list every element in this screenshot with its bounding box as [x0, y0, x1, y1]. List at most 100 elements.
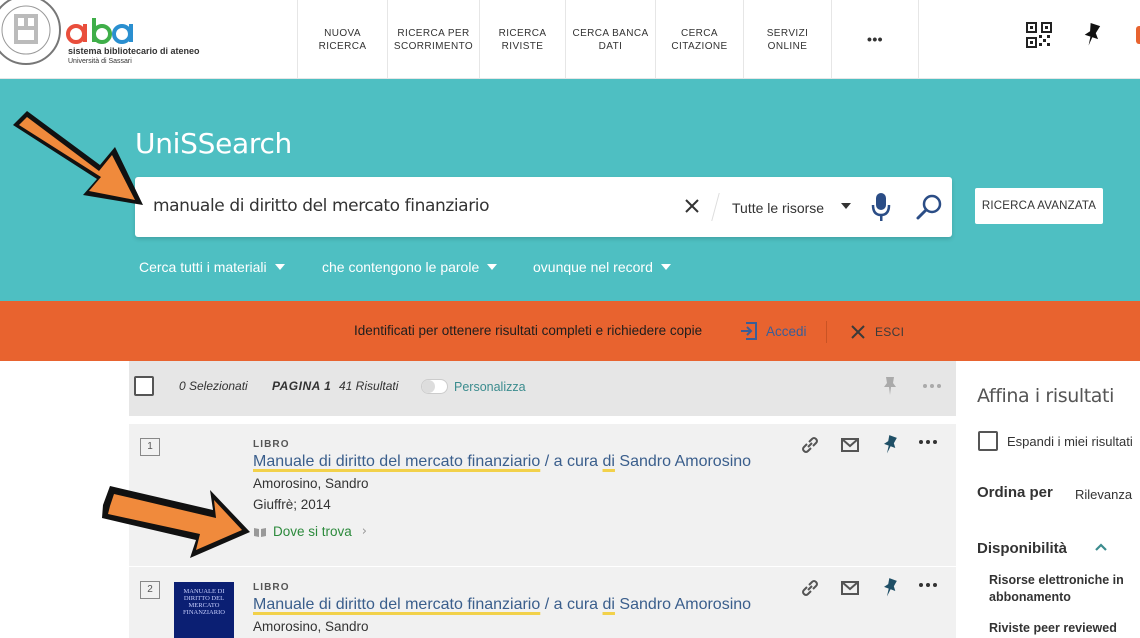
nav-nuova-ricerca[interactable]: NUOVA RICERCA	[297, 0, 387, 79]
chevron-down-icon	[274, 264, 285, 270]
result-item[interactable]: 2 MANUALE DI DIRITTO DEL MERCATO FINANZI…	[129, 567, 956, 638]
selected-count: 0 Selezionati	[179, 379, 248, 393]
title-highlight: di	[602, 596, 615, 613]
logo-subtitle: Università di Sassari	[68, 58, 132, 65]
aba-logo-mark	[66, 18, 133, 44]
nav-cerca-citazione[interactable]: CERCA CITAZIONE	[655, 0, 743, 79]
title-main: Manuale di diritto del mercato finanziar…	[253, 596, 541, 613]
result-item[interactable]: 1 LIBRO Manuale di diritto del mercato f…	[129, 424, 956, 566]
words-filter-dropdown[interactable]: che contengono le parole	[322, 259, 498, 275]
university-seal-logo	[0, 0, 61, 65]
book-cover-thumbnail[interactable]: MANUALE DI DIRITTO DEL MERCATO FINANZIAR…	[174, 582, 234, 638]
toggle-knob	[422, 380, 435, 393]
chevron-down-icon	[487, 264, 498, 270]
signin-button[interactable]: Accedi	[740, 318, 807, 344]
scope-select[interactable]: Tutte le risorse	[732, 200, 824, 216]
chevron-up-icon[interactable]	[1093, 539, 1109, 555]
qr-code-icon[interactable]	[1026, 22, 1052, 48]
result-publisher: Giuffrè; 2014	[253, 497, 331, 512]
expand-results-label[interactable]: Espandi i miei risultati	[1007, 434, 1133, 449]
result-title-link[interactable]: Manuale di diritto del mercato finanziar…	[253, 596, 751, 614]
top-bar: sistema bibliotecario di ateneo Universi…	[0, 0, 1140, 79]
page-indicator: PAGINA 1	[272, 379, 332, 393]
facet-item[interactable]: Risorse elettroniche in abbonamento	[989, 572, 1139, 606]
email-icon[interactable]	[839, 577, 861, 599]
cover-title: MANUALE DI DIRITTO DEL MERCATO FINANZIAR…	[183, 588, 225, 616]
chevron-down-icon[interactable]	[841, 203, 851, 209]
nav-servizi-online[interactable]: SERVIZI ONLINE	[743, 0, 831, 79]
chevron-down-icon	[660, 264, 671, 270]
email-icon[interactable]	[839, 434, 861, 456]
pin-icon[interactable]	[882, 376, 898, 396]
title-editor: Sandro Amorosino	[614, 596, 752, 613]
login-message: Identificati per ottenere risultati comp…	[354, 323, 703, 338]
refine-title: Affina i risultati	[977, 385, 1114, 407]
result-type: LIBRO	[253, 582, 290, 593]
result-type: LIBRO	[253, 439, 290, 450]
nav-label: CERCA CITAZIONE	[671, 27, 728, 52]
title-highlight: di	[602, 453, 615, 470]
title-sep: / a cura	[540, 453, 603, 470]
link-icon[interactable]	[799, 577, 821, 599]
nav-label: SERVIZI ONLINE	[766, 27, 809, 52]
chevron-right-icon: ›	[361, 524, 367, 539]
material-filter-dropdown[interactable]: Cerca tutti i materiali	[139, 259, 285, 275]
result-author: Amorosino, Sandro	[253, 619, 369, 634]
sort-select[interactable]: Rilevanza	[1075, 487, 1132, 502]
nav-cerca-banca-dati[interactable]: CERCA BANCA DATI	[565, 0, 655, 79]
results-toolbar: 0 Selezionati PAGINA 1 41 Risultati Pers…	[129, 361, 956, 416]
availability-facet-title[interactable]: Disponibilità	[977, 540, 1067, 557]
expand-results-checkbox[interactable]	[978, 431, 998, 451]
close-icon	[851, 325, 865, 339]
clear-icon[interactable]	[682, 196, 702, 216]
refine-panel: Affina i risultati Espandi i miei risult…	[960, 361, 1140, 638]
result-author: Amorosino, Sandro	[253, 476, 369, 491]
title-editor: Sandro Amorosino	[614, 453, 752, 470]
link-icon[interactable]	[799, 434, 821, 456]
brand-title: UniSSearch	[135, 127, 292, 160]
search-box[interactable]: manuale di diritto del mercato finanziar…	[135, 177, 952, 237]
nav-ricerca-scorrimento[interactable]: RICERCA PER SCORRIMENTO	[387, 0, 479, 79]
book-icon	[254, 527, 266, 537]
search-divider	[711, 193, 720, 221]
pin-icon[interactable]	[879, 577, 901, 599]
search-input[interactable]: manuale di diritto del mercato finanziar…	[153, 196, 490, 216]
personalize-label[interactable]: Personalizza	[454, 380, 526, 394]
filter-label: Cerca tutti i materiali	[139, 259, 267, 275]
title-sep: / a cura	[540, 596, 603, 613]
signin-icon	[741, 322, 757, 340]
nav-label: •••	[867, 31, 883, 47]
result-number: 2	[140, 581, 160, 599]
exit-label: ESCI	[875, 325, 905, 339]
more-options-icon[interactable]	[921, 376, 943, 396]
page: sistema bibliotecario di ateneo Universi…	[0, 0, 1140, 638]
more-options-icon[interactable]	[917, 434, 939, 456]
nav-ricerca-riviste[interactable]: RICERCA RIVISTE	[479, 0, 565, 79]
select-all-checkbox[interactable]	[134, 376, 154, 396]
pin-icon[interactable]	[1080, 22, 1104, 48]
nav-label: CERCA BANCA DATI	[572, 27, 649, 52]
result-title-link[interactable]: Manuale di diritto del mercato finanziar…	[253, 453, 751, 471]
more-options-icon[interactable]	[917, 577, 939, 599]
availability-link[interactable]: Dove si trova ›	[253, 524, 367, 539]
nav-more-button[interactable]: •••	[831, 0, 919, 79]
filter-label: che contengono le parole	[322, 259, 480, 275]
nav-label: RICERCA RIVISTE	[498, 27, 547, 52]
advanced-search-button[interactable]: RICERCA AVANZATA	[975, 188, 1103, 224]
facet-item[interactable]: Riviste peer reviewed	[989, 620, 1139, 637]
search-icon[interactable]	[915, 192, 945, 222]
signin-label: Accedi	[766, 323, 807, 339]
nav-label: RICERCA PER SCORRIMENTO	[393, 27, 474, 52]
title-main: Manuale di diritto del mercato finanziar…	[253, 453, 541, 470]
sort-label: Ordina per	[977, 484, 1053, 501]
login-banner: Identificati per ottenere risultati comp…	[0, 301, 1140, 361]
exit-button[interactable]: ESCI	[850, 321, 904, 343]
microphone-icon[interactable]	[870, 191, 892, 223]
filter-label: ovunque nel record	[533, 259, 653, 275]
result-number: 1	[140, 438, 160, 456]
search-band: UniSSearch manuale di diritto del mercat…	[0, 79, 1140, 301]
field-filter-dropdown[interactable]: ovunque nel record	[533, 259, 671, 275]
aba-logo[interactable]: sistema bibliotecario di ateneo Universi…	[66, 18, 206, 70]
personalize-toggle[interactable]	[421, 379, 448, 394]
pin-icon[interactable]	[879, 434, 901, 456]
